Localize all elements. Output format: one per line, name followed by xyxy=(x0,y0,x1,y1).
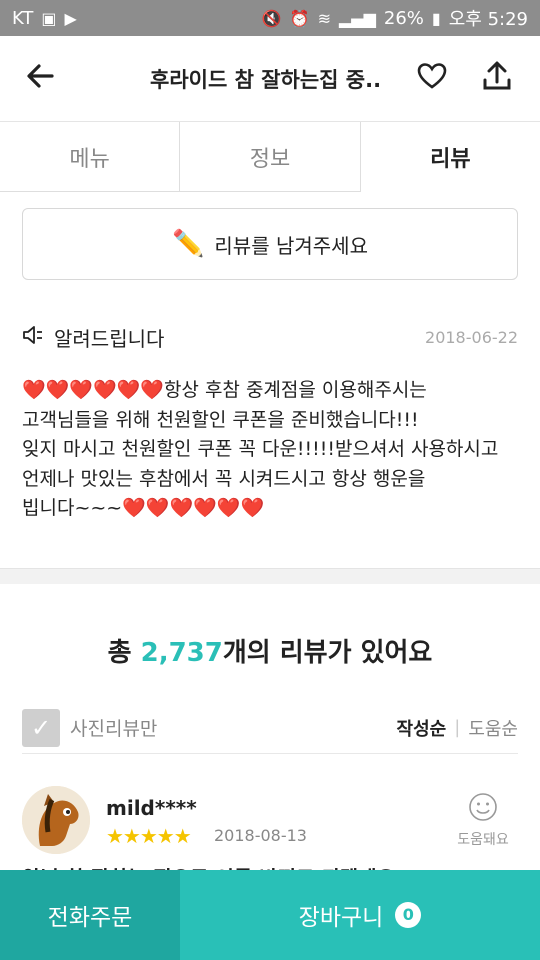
alarm-icon: ⏰ xyxy=(289,8,310,28)
tab-menu[interactable]: 메뉴 xyxy=(0,122,181,192)
review-filter-row: ✓ 사진리뷰만 작성순 | 도움순 xyxy=(22,702,518,754)
sort-latest[interactable]: 작성순 xyxy=(397,715,447,741)
clock: 오후 5:29 xyxy=(448,9,528,30)
battery-icon: ▮ xyxy=(431,8,441,28)
app-notification-icon: ▶ xyxy=(64,8,77,28)
app-bar: 후라이드 참 잘하는집 중.. xyxy=(0,36,540,122)
photo-only-label: 사진리뷰만 xyxy=(70,718,158,740)
phone-order-button[interactable]: 전화주문 xyxy=(0,870,180,960)
notice-header: 알려드립니다 2018-06-22 xyxy=(22,322,518,352)
reviewer-name: mild**** xyxy=(106,796,197,820)
write-review-button[interactable]: ✏️ 리뷰를 남겨주세요 xyxy=(22,208,518,280)
gallery-icon: ▣ xyxy=(41,8,57,28)
star-rating: ★★★★★ xyxy=(106,824,192,848)
share-icon[interactable] xyxy=(480,58,516,98)
review-date: 2018-08-13 xyxy=(214,826,307,845)
tab-reviews[interactable]: 리뷰 xyxy=(360,122,540,192)
avatar[interactable] xyxy=(22,786,90,854)
bottom-action-bar: 전화주문 장바구니 0 xyxy=(0,870,540,960)
pencil-icon: ✏️ xyxy=(172,229,205,259)
carrier-label: KT xyxy=(12,7,34,29)
page-title: 후라이드 참 잘하는집 중.. xyxy=(150,68,382,92)
review-count-suffix: 개의 리뷰가 있어요 xyxy=(222,638,433,668)
back-arrow-icon[interactable] xyxy=(22,58,62,98)
status-right: 🔇 ⏰ ≋ ▂▄▆ 26% ▮ 오후 5:29 xyxy=(262,5,528,31)
favorite-heart-icon[interactable] xyxy=(414,60,450,96)
cart-button[interactable]: 장바구니 0 xyxy=(180,870,540,960)
signal-icon: ▂▄▆ xyxy=(338,8,376,28)
write-review-label: 리뷰를 남겨주세요 xyxy=(214,233,368,258)
section-divider xyxy=(0,568,540,584)
review-count-number: 2,737 xyxy=(140,638,223,668)
notice-title: 알려드립니다 xyxy=(54,326,165,351)
notice-body: ❤️❤️❤️❤️❤️❤️항상 후참 중계점을 이용해주시는 고객님들을 위해 천… xyxy=(22,379,499,519)
megaphone-icon xyxy=(22,324,44,351)
review-count: 총 2,737개의 리뷰가 있어요 xyxy=(0,632,540,669)
sort-separator: | xyxy=(454,717,461,738)
phone-order-label: 전화주문 xyxy=(47,905,133,931)
review-count-prefix: 총 xyxy=(107,638,141,668)
helpful-label: 도움돼요 xyxy=(457,832,509,848)
smile-icon xyxy=(448,792,518,829)
status-left: KT ▣ ▶ xyxy=(12,8,77,29)
sort-helpful[interactable]: 도움순 xyxy=(468,715,518,741)
sort-options: 작성순 | 도움순 xyxy=(397,715,518,741)
notice-date: 2018-06-22 xyxy=(425,327,518,347)
tab-bar: 메뉴 정보 리뷰 xyxy=(0,122,540,192)
review-item: mild**** ★★★★★ 2018-08-13 도움돼요 양념 참 잘하는 … xyxy=(22,786,518,890)
tab-info[interactable]: 정보 xyxy=(180,122,361,192)
battery-percent: 26% xyxy=(383,7,424,29)
cart-count-badge: 0 xyxy=(395,902,422,928)
notice-title-group: 알려드립니다 xyxy=(22,323,164,352)
helpful-button[interactable]: 도움돼요 xyxy=(448,792,518,849)
checkbox-icon[interactable]: ✓ xyxy=(22,708,60,747)
mute-icon: 🔇 xyxy=(261,8,282,28)
photo-only-toggle[interactable]: ✓ 사진리뷰만 xyxy=(22,708,158,747)
status-bar: KT ▣ ▶ 🔇 ⏰ ≋ ▂▄▆ 26% ▮ 오후 5:29 xyxy=(0,0,540,36)
wifi-icon: ≋ xyxy=(317,8,331,28)
cart-label: 장바구니 xyxy=(298,905,384,931)
